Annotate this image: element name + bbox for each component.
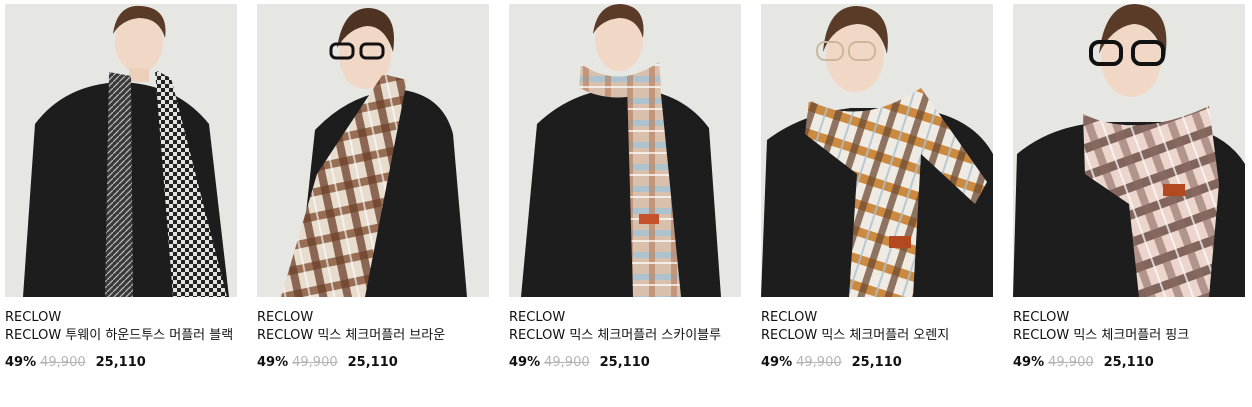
product-title[interactable]: RECLOW 투웨이 하운드투스 머플러 블랙 xyxy=(5,327,237,345)
houndstooth-scarf-black-photo xyxy=(5,4,237,297)
sale-price: 25,110 xyxy=(347,355,398,370)
product-card[interactable]: RECLOW RECLOW 믹스 체크머플러 오렌지 49% 49,900 25,1… xyxy=(761,4,993,372)
price-row: 49% 49,900 25,110 xyxy=(1013,354,1245,372)
discount-rate: 49% xyxy=(5,355,37,370)
price-row: 49% 49,900 25,110 xyxy=(257,354,489,372)
original-price: 49,900 xyxy=(1048,355,1094,370)
original-price: 49,900 xyxy=(40,355,86,370)
discount-rate: 49% xyxy=(509,355,541,370)
original-price: 49,900 xyxy=(796,355,842,370)
sale-price: 25,110 xyxy=(599,355,650,370)
price-row: 49% 49,900 25,110 xyxy=(509,354,741,372)
check-scarf-orange-photo xyxy=(761,4,993,297)
product-image[interactable] xyxy=(1013,4,1245,297)
check-scarf-pink-photo xyxy=(1013,4,1245,297)
product-brand: RECLOW xyxy=(761,310,818,325)
product-title[interactable]: RECLOW 믹스 체크머플러 스카이블루 xyxy=(509,327,741,345)
original-price: 49,900 xyxy=(292,355,338,370)
price-row: 49% 49,900 25,110 xyxy=(5,354,237,372)
discount-rate: 49% xyxy=(761,355,793,370)
product-title[interactable]: RECLOW 믹스 체크머플러 브라운 xyxy=(257,327,489,345)
original-price: 49,900 xyxy=(544,355,590,370)
check-scarf-brown-photo xyxy=(257,4,489,297)
product-brand: RECLOW xyxy=(509,310,566,325)
product-title[interactable]: RECLOW 믹스 체크머플러 오렌지 xyxy=(761,327,993,345)
product-title[interactable]: RECLOW 믹스 체크머플러 핑크 xyxy=(1013,327,1245,345)
product-card[interactable]: RECLOW RECLOW 투웨이 하운드투스 머플러 블랙 49% 49,900… xyxy=(5,4,237,372)
product-brand: RECLOW xyxy=(5,310,62,325)
product-card[interactable]: RECLOW RECLOW 믹스 체크머플러 스카이블루 49% 49,900 25… xyxy=(509,4,741,372)
product-grid: RECLOW RECLOW 투웨이 하운드투스 머플러 블랙 49% 49,900… xyxy=(5,4,1245,372)
product-brand: RECLOW xyxy=(1013,310,1070,325)
discount-rate: 49% xyxy=(257,355,289,370)
product-image[interactable] xyxy=(257,4,489,297)
product-card[interactable]: RECLOW RECLOW 믹스 체크머플러 브라운 49% 49,900 25,1… xyxy=(257,4,489,372)
sale-price: 25,110 xyxy=(95,355,146,370)
product-brand: RECLOW xyxy=(257,310,314,325)
product-image[interactable] xyxy=(5,4,237,297)
check-scarf-skyblue-photo xyxy=(509,4,741,297)
discount-rate: 49% xyxy=(1013,355,1045,370)
product-card[interactable]: RECLOW RECLOW 믹스 체크머플러 핑크 49% 49,900 25,11… xyxy=(1013,4,1245,372)
product-image[interactable] xyxy=(761,4,993,297)
sale-price: 25,110 xyxy=(851,355,902,370)
price-row: 49% 49,900 25,110 xyxy=(761,354,993,372)
product-image[interactable] xyxy=(509,4,741,297)
sale-price: 25,110 xyxy=(1103,355,1154,370)
